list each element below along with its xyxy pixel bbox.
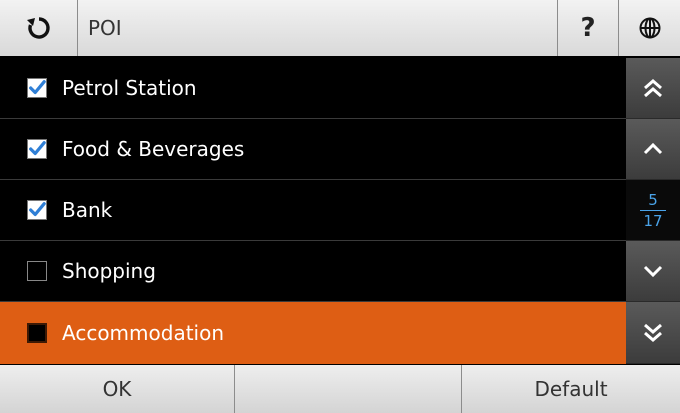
current-page: 5 — [648, 190, 658, 209]
globe-icon — [639, 17, 660, 39]
double-chevron-up-icon — [644, 79, 662, 98]
list-item-shopping[interactable]: Shopping — [0, 241, 626, 302]
page-title: POI — [78, 0, 558, 56]
total-pages: 17 — [643, 211, 663, 230]
page-indicator: 5 17 — [626, 180, 680, 241]
list-item-label: Bank — [62, 198, 113, 222]
default-button[interactable]: Default — [462, 365, 680, 413]
back-button[interactable] — [0, 0, 78, 56]
scroll-down-button[interactable] — [626, 241, 680, 302]
help-button[interactable]: ? — [558, 0, 619, 56]
chevron-up-icon — [643, 142, 663, 155]
list-item-bank[interactable]: Bank — [0, 180, 626, 241]
list-item-petrol-station[interactable]: Petrol Station — [0, 58, 626, 119]
checkmark-icon — [29, 141, 46, 156]
list-item-accommodation[interactable]: Accommodation — [0, 302, 626, 364]
checkbox-checked[interactable] — [27, 139, 47, 159]
list-item-label: Accommodation — [62, 321, 225, 345]
page-up-button[interactable] — [626, 58, 680, 119]
checkbox-checked[interactable] — [27, 200, 47, 220]
page-down-button[interactable] — [626, 302, 680, 364]
bottom-bar: OK Default — [0, 365, 680, 413]
refresh-icon — [26, 17, 50, 39]
top-bar: POI ? — [0, 0, 680, 58]
scroll-up-button[interactable] — [626, 119, 680, 180]
page-divider — [640, 209, 666, 211]
checkbox-unchecked[interactable] — [27, 261, 47, 281]
poi-list: Petrol Station Food & Beverages Bank Sho… — [0, 58, 626, 364]
scroll-controls: 5 17 — [626, 58, 680, 365]
double-chevron-down-icon — [644, 323, 662, 342]
list-item-label: Petrol Station — [62, 76, 197, 100]
chevron-down-icon — [643, 265, 663, 278]
checkbox-unchecked[interactable] — [27, 323, 47, 343]
checkmark-icon — [29, 80, 46, 95]
language-button[interactable] — [619, 0, 680, 56]
ok-button[interactable]: OK — [0, 365, 235, 413]
empty-button[interactable] — [235, 365, 462, 413]
checkmark-icon — [29, 202, 46, 217]
list-item-food-beverages[interactable]: Food & Beverages — [0, 119, 626, 180]
checkbox-checked[interactable] — [27, 78, 47, 98]
list-item-label: Shopping — [62, 259, 156, 283]
list-item-label: Food & Beverages — [62, 137, 245, 161]
